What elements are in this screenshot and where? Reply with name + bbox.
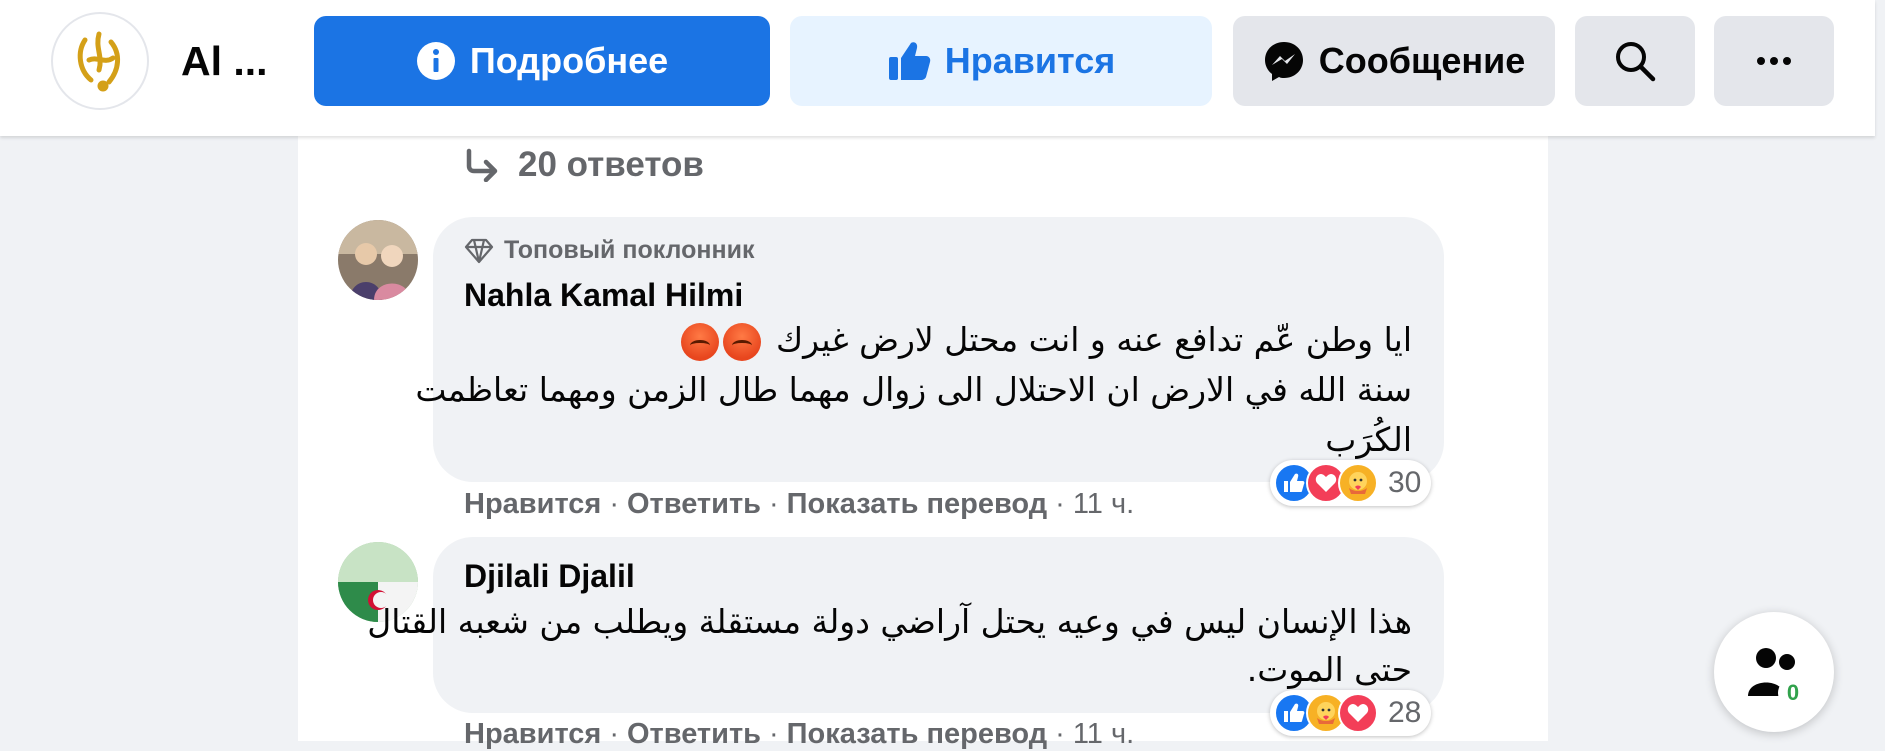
comment-author-name[interactable]: Djilali Djalil	[464, 558, 635, 595]
love-reaction-icon	[1338, 693, 1378, 733]
comment-text-line-2: سنة الله في الارض ان الاحتلال الى زوال م…	[415, 370, 1412, 409]
separator-dot: ·	[609, 488, 619, 520]
like-comment-link[interactable]: Нравится	[464, 488, 601, 521]
details-button[interactable]: Подробнее	[314, 16, 770, 106]
more-options-button[interactable]	[1714, 16, 1834, 106]
details-button-label: Подробнее	[469, 40, 669, 81]
search-icon	[1616, 42, 1656, 82]
page-avatar[interactable]	[51, 12, 149, 110]
comment-timestamp[interactable]: 11 ч.	[1073, 718, 1134, 751]
reaction-summary[interactable]: 30	[1270, 460, 1432, 506]
contacts-chat-button[interactable]: 0	[1714, 612, 1834, 732]
separator-dot: ·	[1055, 488, 1065, 520]
page-name[interactable]: Al ...	[181, 38, 268, 85]
view-replies-link[interactable]: 20 ответов	[464, 145, 704, 185]
reaction-count: 28	[1388, 696, 1422, 729]
like-page-label: Нравится	[944, 40, 1116, 81]
reply-link[interactable]: Ответить	[627, 718, 761, 751]
reaction-summary[interactable]: 28	[1270, 690, 1432, 736]
comment-actions: Нравится · Ответить · Показать перевод ·…	[464, 718, 1134, 751]
message-button-label: Сообщение	[1318, 40, 1526, 81]
comment-text-line-3: الكُرَب	[1325, 420, 1412, 459]
comment-author-name[interactable]: Nahla Kamal Hilmi	[464, 277, 743, 314]
thumbs-up-icon	[888, 42, 931, 80]
like-page-button[interactable]: Нравится	[790, 16, 1212, 106]
reaction-count: 30	[1388, 466, 1422, 499]
angry-face-icon	[681, 322, 720, 361]
comment-text-line-1: ايا وطن عّم تدافع عنه و انت محتل لارض غي…	[775, 320, 1412, 359]
online-contacts-count: 0	[1778, 678, 1808, 708]
care-reaction-icon	[1338, 463, 1378, 503]
message-button[interactable]: Сообщение	[1233, 16, 1555, 106]
comment-text-line-1: هذا الإنسان ليس في وعيه يحتل آراضي دولة …	[367, 602, 1412, 641]
comment-actions: Нравится · Ответить · Показать перевод ·…	[464, 488, 1134, 521]
diamond-icon	[464, 238, 494, 263]
show-translation-link[interactable]: Показать перевод	[787, 718, 1047, 751]
top-fan-badge: Топовый поклонник	[464, 236, 754, 265]
search-button[interactable]	[1575, 16, 1695, 106]
comment-author-avatar[interactable]	[338, 220, 418, 300]
more-dots-icon	[1757, 57, 1791, 65]
comment-text-line: ايا وطن عّم تدافع عنه و انت محتل لارض غي…	[681, 320, 1412, 361]
top-fan-label: Топовый поклонник	[504, 236, 755, 264]
page-header-bar: Al ... Подробнее Нравится Сообщение	[0, 0, 1875, 136]
separator-dot: ·	[1055, 718, 1065, 750]
reply-link[interactable]: Ответить	[627, 488, 761, 521]
replies-count-label: 20 ответов	[518, 145, 704, 184]
al-jazeera-logo-icon	[77, 31, 120, 92]
show-translation-link[interactable]: Показать перевод	[787, 488, 1047, 521]
like-comment-link[interactable]: Нравится	[464, 718, 601, 751]
separator-dot: ·	[609, 718, 619, 750]
reply-arrow-icon	[466, 148, 498, 182]
separator-dot: ·	[769, 488, 779, 520]
comment-timestamp[interactable]: 11 ч.	[1073, 488, 1134, 521]
messenger-icon	[1264, 42, 1303, 81]
comment-text-line-2: حتى الموت.	[1246, 650, 1412, 689]
angry-face-icon	[723, 322, 762, 361]
info-icon	[416, 42, 455, 80]
avatar-photo	[338, 220, 418, 300]
separator-dot: ·	[769, 718, 779, 750]
